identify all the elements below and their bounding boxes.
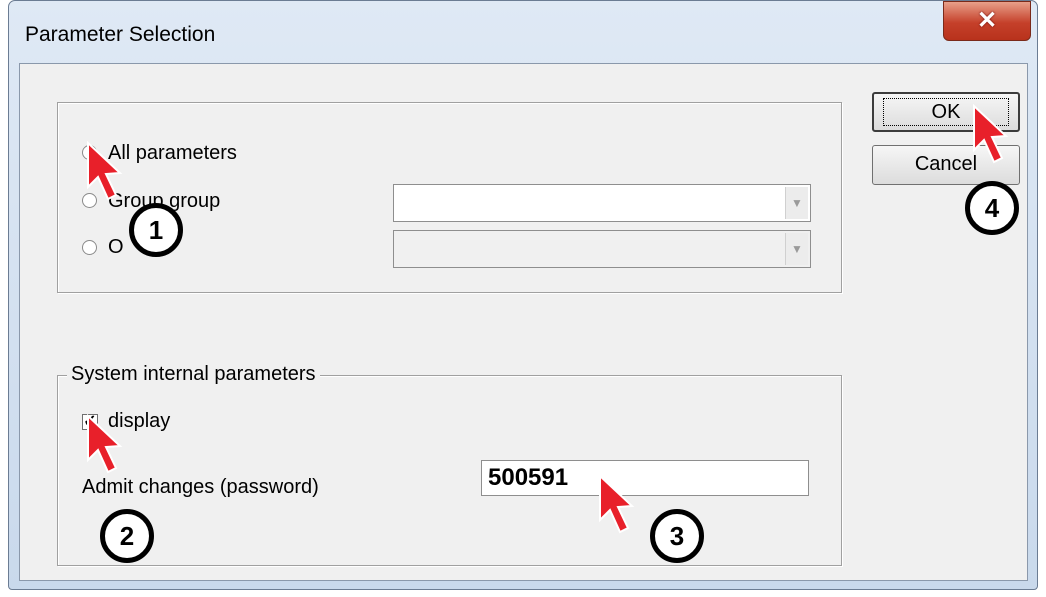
- annotation-badge-4: 4: [965, 181, 1019, 235]
- all-parameters-label: All parameters: [108, 142, 237, 164]
- other-radio[interactable]: [82, 240, 97, 255]
- close-icon: ✕: [976, 7, 998, 34]
- annotation-badge-2: 2: [100, 509, 154, 563]
- other-select[interactable]: ▼: [393, 230, 811, 268]
- parameter-selection-dialog: Parameter Selection ✕ All parameters Gro…: [8, 0, 1038, 590]
- annotation-badge-3: 3: [650, 509, 704, 563]
- chevron-down-icon: ▼: [785, 233, 808, 265]
- password-input[interactable]: 500591: [481, 460, 809, 496]
- close-button[interactable]: ✕: [943, 1, 1031, 41]
- chevron-down-icon: ▼: [785, 187, 808, 219]
- window-title: Parameter Selection: [25, 23, 216, 46]
- cursor-4-icon: [973, 104, 1009, 164]
- other-label: O: [108, 236, 124, 258]
- cursor-2-icon: [87, 414, 123, 474]
- dialog-client-area: All parameters Group group ▼ O ▼ System …: [19, 63, 1028, 581]
- admit-changes-label: Admit changes (password): [82, 476, 319, 498]
- cursor-1-icon: [87, 141, 123, 201]
- group-select[interactable]: ▼: [393, 184, 811, 222]
- cursor-3-icon: [599, 474, 635, 534]
- annotation-badge-1: 1: [129, 203, 183, 257]
- system-parameters-legend: System internal parameters: [67, 363, 320, 386]
